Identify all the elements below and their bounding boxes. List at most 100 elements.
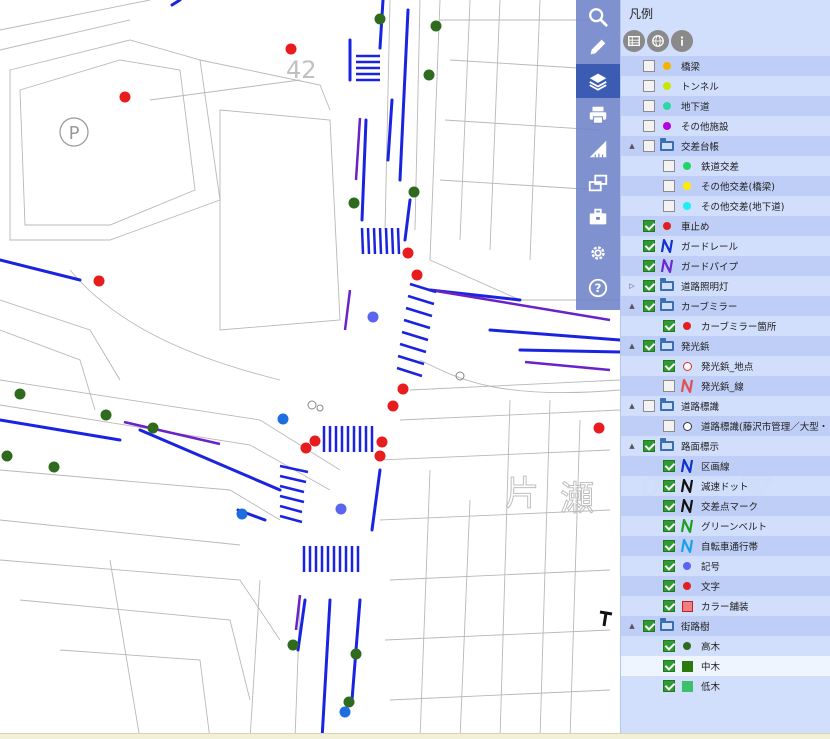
layer-checkbox[interactable] — [643, 80, 655, 92]
toolbox-tool-button[interactable] — [576, 200, 620, 234]
layer-checkbox[interactable] — [643, 140, 655, 152]
search-icon — [589, 8, 608, 27]
expand-caret-icon[interactable]: ▲ — [627, 342, 637, 350]
folder-icon — [659, 278, 675, 293]
gear-icon — [591, 246, 605, 260]
layer-checkbox[interactable] — [643, 400, 655, 412]
legend-row: ▲ 街路樹 — [621, 616, 830, 636]
layer-checkbox[interactable] — [663, 480, 675, 492]
expand-caret-icon[interactable]: ▲ — [627, 622, 637, 630]
layer-label: 路面標示 — [681, 442, 720, 453]
legend-row: グリーンベルト — [621, 516, 830, 536]
line-symbol-icon — [679, 459, 695, 473]
layer-label: 低木 — [701, 682, 721, 693]
layer-label: 道路照明灯 — [681, 282, 729, 293]
ring-symbol-icon — [679, 359, 695, 373]
table-button[interactable] — [623, 30, 645, 52]
layer-label: トンネル — [681, 82, 719, 93]
layer-label: 車止め — [681, 222, 710, 233]
legend-row: 道路標識(藤沢市管理／大型・ — [621, 416, 830, 436]
layer-checkbox[interactable] — [663, 560, 675, 572]
search-tool-button[interactable] — [576, 0, 620, 34]
ruler-icon — [589, 140, 607, 158]
layer-checkbox[interactable] — [663, 600, 675, 612]
layer-checkbox[interactable] — [663, 680, 675, 692]
point-symbol-icon — [679, 639, 695, 653]
parking-label: P — [69, 123, 80, 144]
layer-checkbox[interactable] — [643, 340, 655, 352]
expand-caret-icon[interactable]: ▲ — [627, 442, 637, 450]
layer-checkbox[interactable] — [663, 200, 675, 212]
layer-checkbox[interactable] — [663, 380, 675, 392]
legend-row: ▷ 道路照明灯 — [621, 276, 830, 296]
legend-row: ▲ カーブミラー — [621, 296, 830, 316]
info-icon — [680, 36, 684, 46]
window-overlap-icon — [588, 174, 608, 192]
layer-label: カーブミラー — [681, 302, 738, 313]
layer-checkbox[interactable] — [663, 420, 675, 432]
layer-checkbox[interactable] — [663, 640, 675, 652]
layer-checkbox[interactable] — [663, 460, 675, 472]
globe-button[interactable] — [647, 30, 669, 52]
layer-checkbox[interactable] — [643, 220, 655, 232]
point-symbol-icon — [679, 559, 695, 573]
layer-label: 区画線 — [701, 462, 730, 473]
measure-tool-button[interactable] — [576, 132, 620, 166]
layer-label: 街路樹 — [681, 622, 710, 633]
legend-row: 鉄道交差 — [621, 156, 830, 176]
point-symbol-icon — [679, 179, 695, 193]
layer-checkbox[interactable] — [663, 160, 675, 172]
layer-checkbox[interactable] — [643, 620, 655, 632]
layer-label: その他交差(橋梁) — [701, 182, 775, 193]
layer-checkbox[interactable] — [663, 580, 675, 592]
fill-symbol-icon — [679, 679, 695, 693]
layer-checkbox[interactable] — [643, 300, 655, 312]
block-number-label: 42 — [286, 56, 317, 84]
layer-checkbox[interactable] — [643, 100, 655, 112]
layer-label: ガードレール — [681, 242, 739, 253]
legend-row: 発光鋲_線 — [621, 376, 830, 396]
layer-label: 記号 — [701, 562, 721, 573]
help-tool-button[interactable]: ? — [576, 271, 620, 305]
layer-checkbox[interactable] — [643, 240, 655, 252]
legend-row: 記号 — [621, 556, 830, 576]
print-tool-button[interactable] — [576, 98, 620, 132]
expand-caret-icon[interactable]: ▲ — [627, 302, 637, 310]
layer-checkbox[interactable] — [643, 440, 655, 452]
layer-checkbox[interactable] — [663, 500, 675, 512]
legend-row: 車止め — [621, 216, 830, 236]
legend-row: 交差点マーク — [621, 496, 830, 516]
settings-tool-button[interactable] — [576, 236, 620, 270]
pencil-icon — [590, 39, 606, 55]
ring-symbol-icon — [679, 419, 695, 433]
layer-checkbox[interactable] — [643, 120, 655, 132]
layers-tool-button[interactable] — [576, 64, 620, 98]
layer-checkbox[interactable] — [663, 520, 675, 532]
layer-checkbox[interactable] — [643, 280, 655, 292]
window-tool-button[interactable] — [576, 166, 620, 200]
layer-label: 橋梁 — [681, 62, 701, 73]
info-button[interactable] — [671, 30, 693, 52]
layer-label: カーブミラー箇所 — [701, 322, 777, 333]
line-symbol-icon — [679, 499, 695, 513]
layer-checkbox[interactable] — [663, 360, 675, 372]
layer-label: 地下道 — [681, 102, 710, 113]
legend-header: 凡例 — [621, 0, 830, 26]
layer-checkbox[interactable] — [663, 320, 675, 332]
layer-label: 減速ドット — [701, 482, 749, 493]
expand-caret-icon[interactable]: ▷ — [627, 282, 637, 290]
folder-icon — [659, 398, 675, 413]
layer-checkbox[interactable] — [643, 60, 655, 72]
expand-caret-icon[interactable]: ▲ — [627, 142, 637, 150]
folder-icon — [659, 138, 675, 153]
building-char: 片 — [505, 474, 539, 514]
layer-checkbox[interactable] — [643, 260, 655, 272]
point-symbol-icon — [679, 199, 695, 213]
layer-checkbox[interactable] — [663, 660, 675, 672]
legend-row: ガードレール — [621, 236, 830, 256]
legend-row: ▲ 道路標識 — [621, 396, 830, 416]
expand-caret-icon[interactable]: ▲ — [627, 402, 637, 410]
draw-tool-button[interactable] — [576, 30, 620, 64]
layer-checkbox[interactable] — [663, 180, 675, 192]
layer-checkbox[interactable] — [663, 540, 675, 552]
